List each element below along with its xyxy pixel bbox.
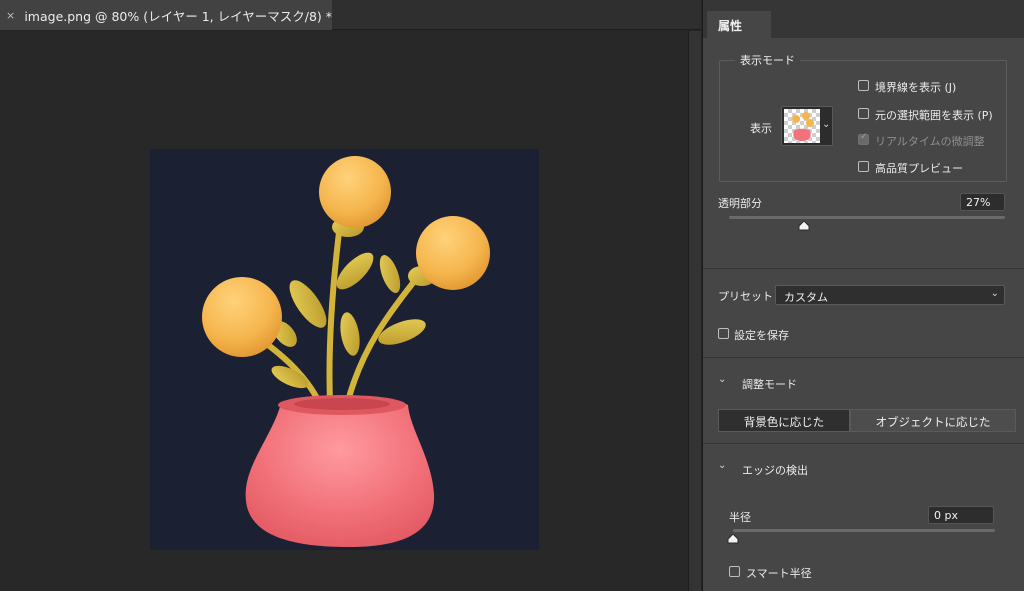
divider xyxy=(703,443,1024,444)
document-tab-bar: × image.png @ 80% (レイヤー 1, レイヤーマスク/8) * xyxy=(0,0,701,30)
view-mode-thumbnail xyxy=(784,109,820,143)
transparency-label: 透明部分 xyxy=(718,197,762,210)
smart-radius-checkbox[interactable] xyxy=(729,566,740,577)
canvas-vertical-scrollbar[interactable] xyxy=(688,31,701,591)
transparency-slider-handle[interactable] xyxy=(798,221,810,231)
smart-radius-label: スマート半径 xyxy=(746,567,812,580)
preset-value: カスタム xyxy=(784,291,828,304)
flower-pot-image xyxy=(150,149,539,550)
segment-object-aware[interactable]: オブジェクトに応じた xyxy=(850,409,1016,432)
edge-detection-title[interactable]: エッジの検出 xyxy=(742,462,808,478)
view-mode-dropdown[interactable]: ⌄ xyxy=(781,106,833,146)
segment-color-aware[interactable]: 背景色に応じた xyxy=(718,409,850,432)
show-original-label: 元の選択範囲を表示 (P) xyxy=(875,109,993,122)
tab-properties[interactable]: 属性 xyxy=(707,11,771,38)
realtime-refine-label: リアルタイムの微調整 xyxy=(875,135,985,148)
document-title: image.png @ 80% (レイヤー 1, レイヤーマスク/8) * xyxy=(24,8,332,24)
chevron-down-icon[interactable]: ⌄ xyxy=(718,374,726,385)
high-quality-preview-label: 高品質プレビュー xyxy=(875,162,963,175)
high-quality-preview-checkbox[interactable] xyxy=(858,161,869,172)
show-edge-label: 境界線を表示 (J) xyxy=(875,81,957,94)
radius-slider-handle[interactable] xyxy=(727,534,739,544)
refine-mode-title[interactable]: 調整モード xyxy=(742,376,797,392)
document-image[interactable] xyxy=(150,149,539,550)
transparency-slider-track[interactable] xyxy=(729,216,1005,219)
show-edge-checkbox[interactable] xyxy=(858,80,869,91)
chevron-down-icon: ⌄ xyxy=(822,119,831,130)
preset-select[interactable]: カスタム ⌄ xyxy=(775,285,1005,305)
chevron-down-icon[interactable]: ⌄ xyxy=(718,460,726,471)
radius-label: 半径 xyxy=(729,511,751,524)
properties-panel: 属性 表示モード 表示 ⌄ 境界線を表示 (J) 元の選択範囲を表示 (P) リ… xyxy=(702,0,1024,591)
preset-label: プリセット xyxy=(718,290,773,303)
transparency-input[interactable]: 27% xyxy=(960,193,1005,211)
view-label: 表示 xyxy=(750,122,772,135)
show-original-checkbox[interactable] xyxy=(858,108,869,119)
chevron-down-icon: ⌄ xyxy=(990,288,999,299)
radius-input[interactable]: 0 px xyxy=(928,506,994,524)
close-tab-icon[interactable]: × xyxy=(6,9,15,22)
save-settings-checkbox[interactable] xyxy=(718,328,729,339)
divider xyxy=(703,268,1024,269)
panel-header: 属性 xyxy=(703,0,1024,38)
thumbnail-art xyxy=(792,112,814,141)
realtime-refine-checkbox xyxy=(858,132,869,145)
save-settings-label: 設定を保存 xyxy=(734,329,789,342)
divider xyxy=(703,357,1024,358)
radius-slider-track[interactable] xyxy=(733,529,995,532)
view-mode-legend: 表示モード xyxy=(735,52,800,68)
document-tab[interactable]: × image.png @ 80% (レイヤー 1, レイヤーマスク/8) * xyxy=(0,0,332,30)
